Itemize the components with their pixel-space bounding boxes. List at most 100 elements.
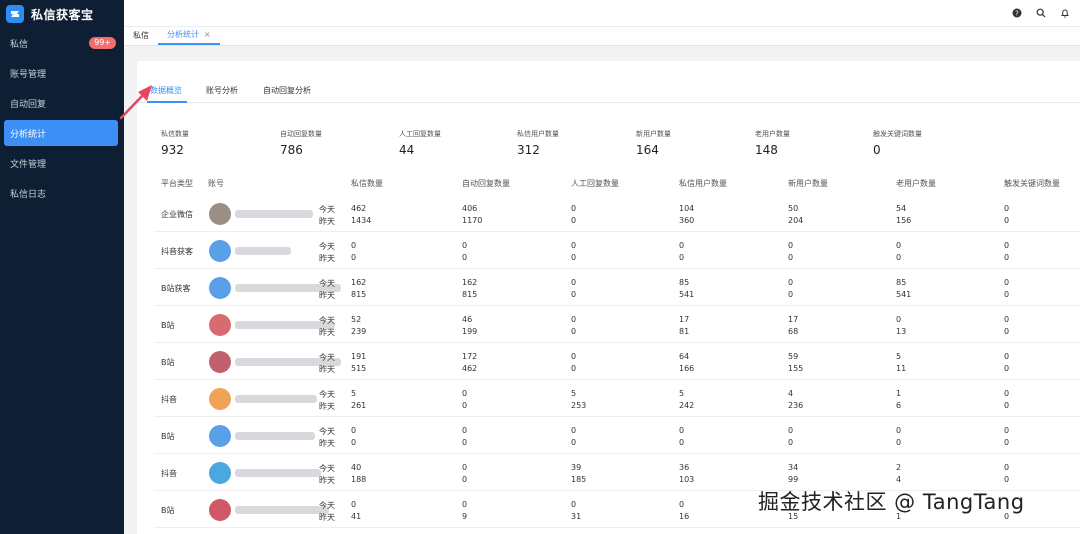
sidebar-item-message-log[interactable]: 私信日志 bbox=[4, 180, 118, 206]
platform-type: 抖音 bbox=[161, 395, 177, 404]
account-name-redacted bbox=[235, 506, 329, 514]
cell-value: 0 bbox=[788, 253, 794, 262]
unread-badge: 99+ bbox=[89, 37, 116, 49]
cell-value: 0 bbox=[896, 253, 902, 262]
table-row: B站 今天 0 0 0 0 0 0 0 昨天 0 0 0 0 0 0 0 bbox=[154, 418, 1080, 454]
bell-icon[interactable] bbox=[1060, 8, 1070, 18]
cell-value: 0 bbox=[462, 463, 468, 472]
avatar bbox=[209, 314, 231, 336]
help-icon[interactable]: ? bbox=[1012, 8, 1022, 18]
label-yesterday: 昨天 bbox=[319, 365, 335, 374]
sidebar-item-analytics[interactable]: 分析统计 bbox=[4, 120, 118, 146]
stat-label: 私信数量 bbox=[161, 130, 189, 138]
cell-value: 5 bbox=[351, 389, 357, 398]
cell-value: 0 bbox=[788, 438, 794, 447]
sidebar-item-label: 私信日志 bbox=[10, 189, 47, 200]
label-today: 今天 bbox=[319, 205, 335, 214]
cell-value: 104 bbox=[679, 204, 695, 213]
sidebar-item-files[interactable]: 文件管理 bbox=[4, 150, 118, 176]
cell-value: 36 bbox=[679, 463, 690, 472]
cell-value: 5 bbox=[679, 389, 685, 398]
cell-value: 239 bbox=[351, 327, 367, 336]
cell-value: 199 bbox=[462, 327, 478, 336]
table-header: 平台类型 账号 私信数量 自动回复数量 人工回复数量 私信用户数量 新用户数量 … bbox=[161, 178, 1080, 188]
cell-value: 0 bbox=[462, 389, 468, 398]
cell-value: 9 bbox=[462, 512, 468, 521]
cell-value: 0 bbox=[462, 426, 468, 435]
cell-value: 0 bbox=[1004, 364, 1010, 373]
label-today: 今天 bbox=[319, 464, 335, 473]
cell-value: 99 bbox=[788, 475, 799, 484]
tab-auto-reply-analysis[interactable]: 自动回复分析 bbox=[263, 85, 311, 96]
app-logo-icon bbox=[6, 5, 24, 23]
stat-label: 触发关键词数量 bbox=[873, 130, 922, 138]
label-today: 今天 bbox=[319, 427, 335, 436]
cell-value: 162 bbox=[351, 278, 367, 287]
label-today: 今天 bbox=[319, 390, 335, 399]
stat-label: 新用户数量 bbox=[636, 130, 671, 138]
sidebar-nav: 私信 99+ 账号管理 自动回复 分析统计 文件管理 私信日志 bbox=[0, 30, 124, 206]
column-header: 触发关键词数量 bbox=[1004, 179, 1060, 188]
cell-value: 815 bbox=[462, 290, 478, 299]
sidebar-item-messages[interactable]: 私信 99+ bbox=[4, 30, 118, 56]
cell-value: 406 bbox=[462, 204, 478, 213]
cell-value: 0 bbox=[679, 426, 685, 435]
label-yesterday: 昨天 bbox=[319, 513, 335, 522]
cell-value: 0 bbox=[679, 241, 685, 250]
cell-value: 103 bbox=[679, 475, 695, 484]
search-icon[interactable] bbox=[1036, 8, 1046, 18]
cell-value: 0 bbox=[1004, 253, 1010, 262]
cell-value: 0 bbox=[351, 438, 357, 447]
cell-value: 85 bbox=[679, 278, 690, 287]
cell-value: 1434 bbox=[351, 216, 372, 225]
label-yesterday: 昨天 bbox=[319, 291, 335, 300]
stat-old-users: 老用户数量 148 bbox=[755, 129, 865, 157]
close-icon[interactable]: × bbox=[204, 30, 211, 39]
watermark: 掘金技术社区 @ TangTang bbox=[758, 490, 1025, 514]
sidebar: 私信获客宝 私信 99+ 账号管理 自动回复 分析统计 文件管理 私信日志 bbox=[0, 0, 124, 534]
label-today: 今天 bbox=[319, 279, 335, 288]
table-row: B站 今天 191 172 0 64 59 5 0 昨天 515 462 0 166 155 11 0 bbox=[154, 344, 1080, 380]
platform-type: 企业微信 bbox=[161, 210, 193, 219]
cell-value: 16 bbox=[679, 512, 690, 521]
avatar bbox=[209, 425, 231, 447]
stat-value: 148 bbox=[755, 143, 778, 157]
label-yesterday: 昨天 bbox=[319, 217, 335, 226]
cell-value: 0 bbox=[571, 438, 577, 447]
column-header: 账号 bbox=[208, 179, 224, 188]
stat-label: 人工回复数量 bbox=[399, 130, 441, 138]
cell-value: 166 bbox=[679, 364, 695, 373]
cell-value: 46 bbox=[462, 315, 473, 324]
page-tab-label: 分析统计 bbox=[167, 30, 199, 39]
account-name-redacted bbox=[235, 469, 321, 477]
cell-value: 0 bbox=[571, 352, 577, 361]
label-yesterday: 昨天 bbox=[319, 402, 335, 411]
cell-value: 253 bbox=[571, 401, 587, 410]
cell-value: 188 bbox=[351, 475, 367, 484]
svg-text:?: ? bbox=[1015, 10, 1019, 18]
stat-messages: 私信数量 932 bbox=[161, 129, 271, 157]
tab-account-analysis[interactable]: 账号分析 bbox=[206, 85, 238, 96]
cell-value: 0 bbox=[462, 438, 468, 447]
cell-value: 0 bbox=[1004, 352, 1010, 361]
cell-value: 815 bbox=[351, 290, 367, 299]
cell-value: 52 bbox=[351, 315, 362, 324]
cell-value: 185 bbox=[571, 475, 587, 484]
cell-value: 0 bbox=[1004, 290, 1010, 299]
stat-value: 44 bbox=[399, 143, 415, 157]
sidebar-item-accounts[interactable]: 账号管理 bbox=[4, 60, 118, 86]
cell-value: 162 bbox=[462, 278, 478, 287]
cell-value: 0 bbox=[1004, 389, 1010, 398]
stat-value: 164 bbox=[636, 143, 659, 157]
cell-value: 172 bbox=[462, 352, 478, 361]
page-tab-analytics[interactable]: 分析统计 × bbox=[158, 26, 220, 45]
cell-value: 156 bbox=[896, 216, 912, 225]
column-header: 私信数量 bbox=[351, 179, 383, 188]
cell-value: 0 bbox=[788, 290, 794, 299]
cell-value: 191 bbox=[351, 352, 367, 361]
avatar bbox=[209, 388, 231, 410]
sidebar-item-auto-reply[interactable]: 自动回复 bbox=[4, 90, 118, 116]
page-tab-messages[interactable]: 私信 bbox=[124, 26, 158, 45]
cell-value: 0 bbox=[1004, 475, 1010, 484]
label-yesterday: 昨天 bbox=[319, 476, 335, 485]
